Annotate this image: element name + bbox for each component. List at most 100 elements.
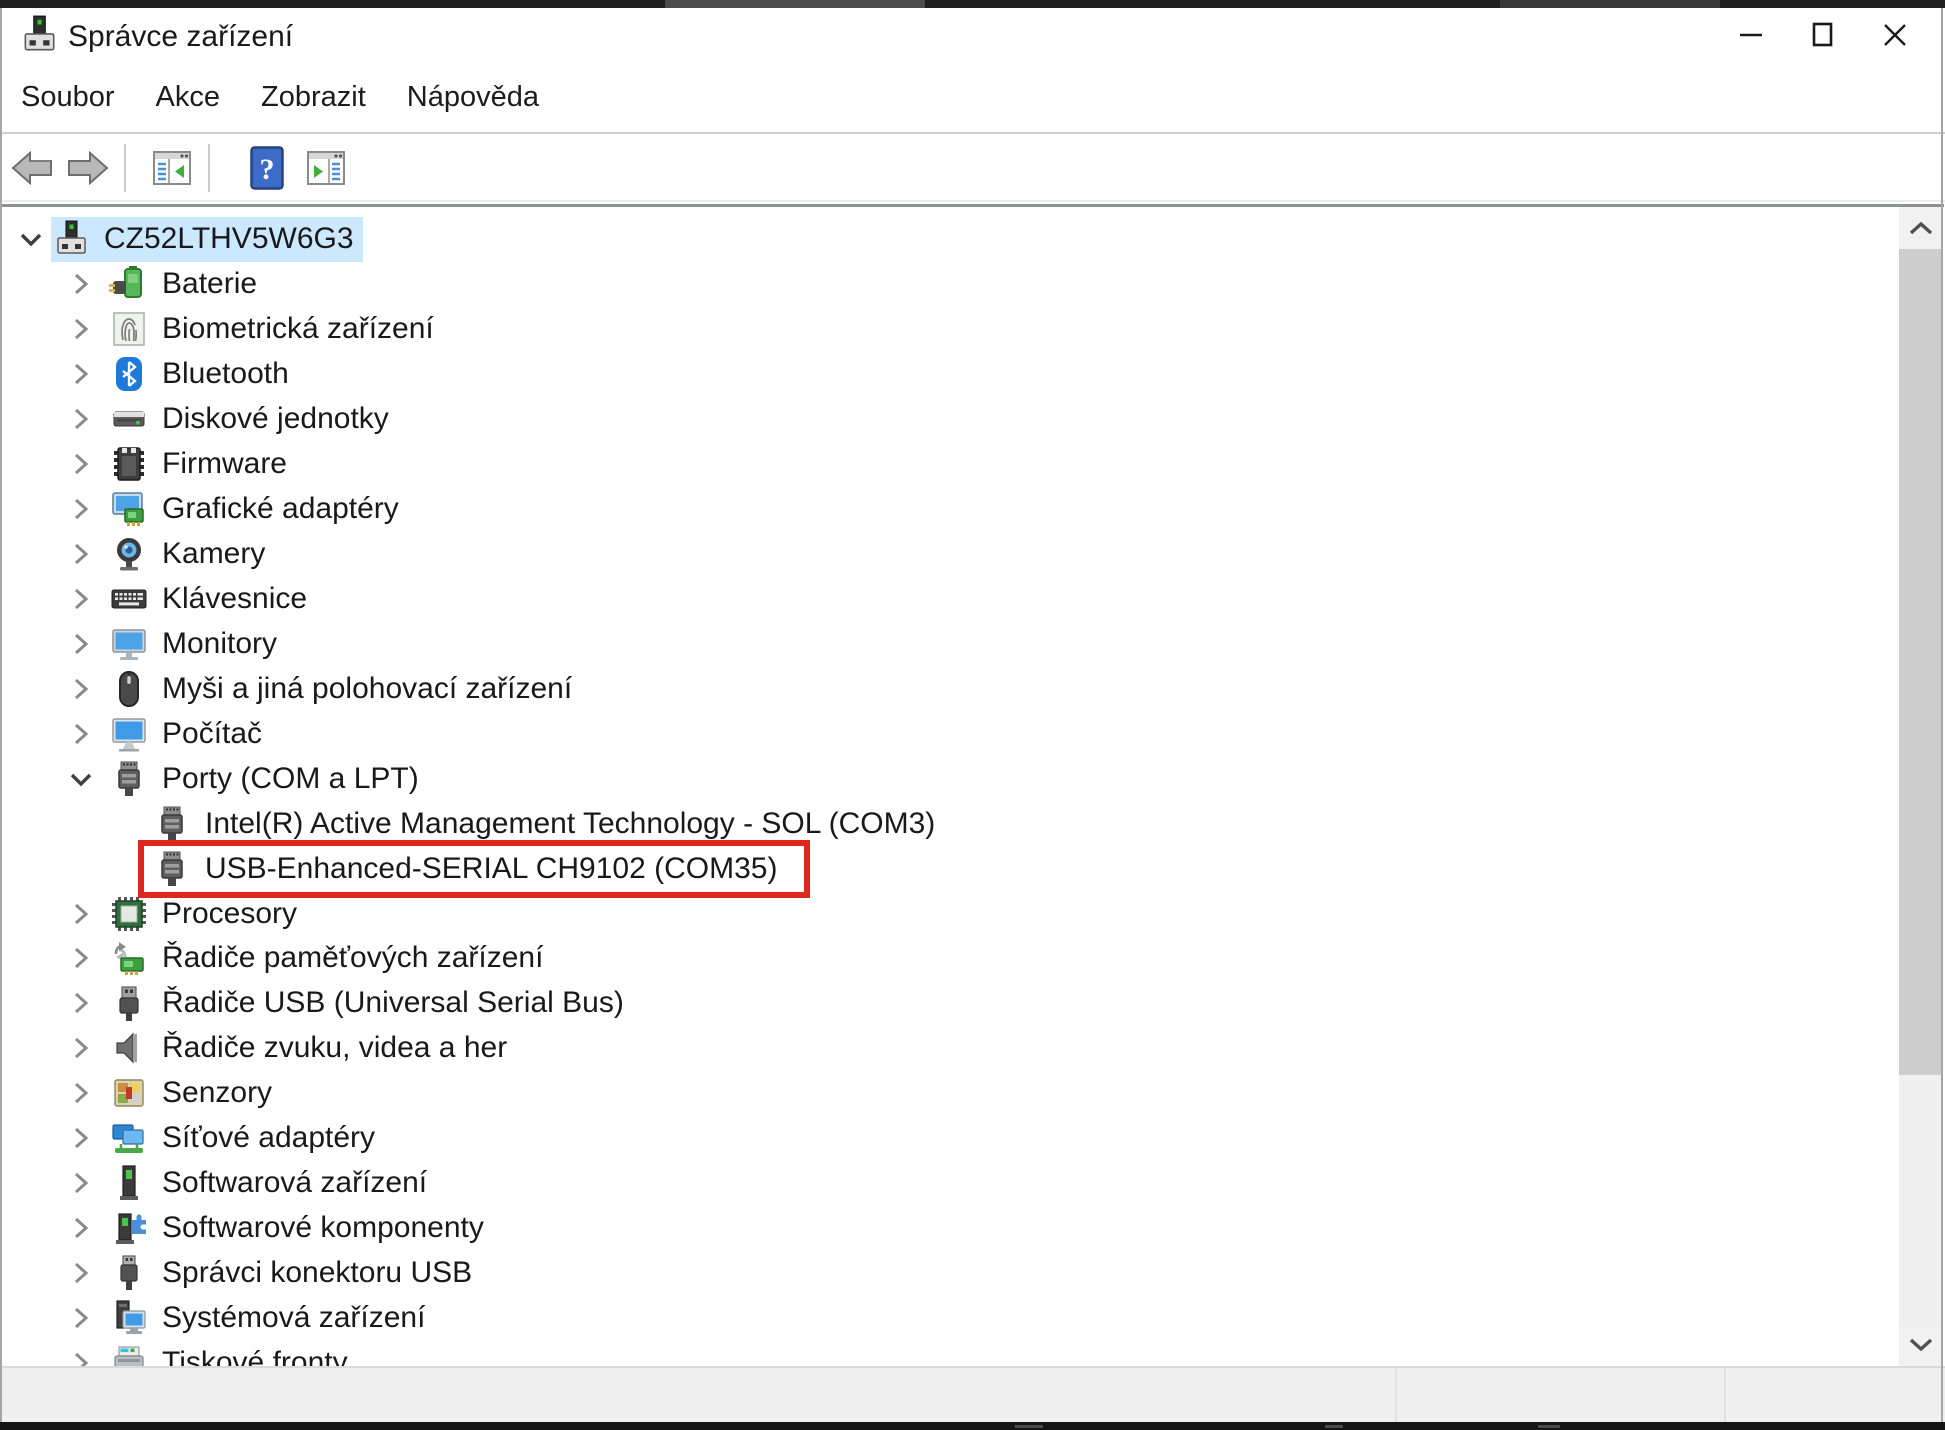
forward-button[interactable]: [66, 146, 110, 190]
toolbar-separator: [208, 144, 210, 192]
tree-row-content: Myši a jiná polohovací zařízení: [109, 666, 581, 711]
chevron-right-icon[interactable]: [63, 352, 99, 396]
menu-napoveda[interactable]: Nápověda: [407, 81, 539, 114]
chevron-right-icon[interactable]: [63, 532, 99, 576]
chevron-right-icon[interactable]: [63, 936, 99, 980]
tree-row-content: Řadiče zvuku, videa a her: [109, 1026, 516, 1071]
chevron-right-icon[interactable]: [63, 397, 99, 441]
window-controls: [1715, 8, 1931, 62]
tree-row-content: Softwarová zařízení: [109, 1161, 436, 1206]
chevron-right-icon[interactable]: [63, 1161, 99, 1205]
tree-row[interactable]: Správci konektoru USB: [1, 1251, 1900, 1296]
back-button[interactable]: [10, 146, 54, 190]
tree-row[interactable]: Intel(R) Active Management Technology - …: [1, 801, 1900, 846]
tree-row[interactable]: Porty (COM a LPT): [1, 756, 1900, 801]
display-adapter-icon: [109, 489, 149, 529]
tree-row[interactable]: USB-Enhanced-SERIAL CH9102 (COM35): [1, 846, 1900, 891]
chevron-down-icon[interactable]: [13, 217, 49, 261]
chevron-right-icon[interactable]: [63, 1026, 99, 1070]
audio-controller-icon: [109, 1028, 149, 1068]
tree-row[interactable]: Kamery: [1, 532, 1900, 577]
chevron-right-icon[interactable]: [63, 1341, 99, 1366]
scroll-down-button[interactable]: [1899, 1324, 1942, 1366]
chevron-right-icon[interactable]: [63, 307, 99, 351]
tree-row-content: Řadiče paměťových zařízení: [109, 936, 552, 981]
screen-edge-top: [0, 0, 1945, 8]
chevron-right-icon[interactable]: [63, 667, 99, 711]
show-console-tree-button[interactable]: [150, 146, 194, 190]
tree-item-label: Řadiče USB (Universal Serial Bus): [162, 986, 624, 1020]
tree-row[interactable]: Softwarové komponenty: [1, 1206, 1900, 1251]
toolbar: ?: [0, 136, 1945, 202]
maximize-icon: [1809, 21, 1837, 49]
tree-item-label: Bluetooth: [162, 357, 289, 391]
minimize-button[interactable]: [1715, 8, 1787, 62]
chevron-right-icon[interactable]: [63, 577, 99, 621]
tree-row[interactable]: Řadiče zvuku, videa a her: [1, 1026, 1900, 1071]
tree-row-content: Správci konektoru USB: [109, 1251, 481, 1296]
tree-row-content: Grafické adaptéry: [109, 487, 408, 532]
chevron-down-icon[interactable]: [63, 757, 99, 801]
tree-row[interactable]: Myši a jiná polohovací zařízení: [1, 666, 1900, 711]
maximize-button[interactable]: [1787, 8, 1859, 62]
tree-row[interactable]: Softwarová zařízení: [1, 1161, 1900, 1206]
tree-row-content: Biometrická zařízení: [109, 307, 443, 352]
scrollbar-thumb[interactable]: [1899, 249, 1942, 1075]
tree-row[interactable]: Procesory: [1, 891, 1900, 936]
tree-row-content: Tiskové fronty: [109, 1340, 357, 1366]
tree-row[interactable]: Systémová zařízení: [1, 1296, 1900, 1341]
tree-row[interactable]: Tiskové fronty: [1, 1340, 1900, 1366]
menu-soubor[interactable]: Soubor: [21, 81, 115, 114]
storage-controller-icon: [109, 938, 149, 978]
vertical-scrollbar[interactable]: [1899, 207, 1942, 1366]
tree-item-label: Biometrická zařízení: [162, 312, 434, 346]
chevron-right-icon[interactable]: [63, 442, 99, 486]
tree-row[interactable]: CZ52LTHV5W6G3: [1, 217, 1900, 262]
chevron-right-icon[interactable]: [63, 892, 99, 936]
computer-icon: [109, 714, 149, 754]
tree-row[interactable]: Diskové jednotky: [1, 397, 1900, 442]
chevron-right-icon[interactable]: [63, 1296, 99, 1340]
tree-row-content: Procesory: [109, 891, 306, 936]
chevron-right-icon[interactable]: [63, 1071, 99, 1115]
close-button[interactable]: [1859, 8, 1931, 62]
tree-row[interactable]: Počítač: [1, 711, 1900, 756]
tree-row[interactable]: Baterie: [1, 262, 1900, 307]
tree-row-content: Klávesnice: [109, 577, 316, 622]
tree-item-label: Systémová zařízení: [162, 1301, 425, 1335]
battery-icon: [109, 264, 149, 304]
camera-icon: [109, 534, 149, 574]
chevron-right-icon[interactable]: [63, 712, 99, 756]
tree-row[interactable]: Síťové adaptéry: [1, 1116, 1900, 1161]
keyboard-icon: [109, 579, 149, 619]
tree-row[interactable]: Bluetooth: [1, 352, 1900, 397]
chevron-right-icon[interactable]: [63, 262, 99, 306]
tree-row[interactable]: Biometrická zařízení: [1, 307, 1900, 352]
chevron-right-icon[interactable]: [63, 487, 99, 531]
chevron-right-icon[interactable]: [63, 1251, 99, 1295]
system-device-icon: [109, 1298, 149, 1338]
monitor-icon: [109, 624, 149, 664]
chevron-right-icon[interactable]: [63, 1116, 99, 1160]
tree-row[interactable]: Řadiče USB (Universal Serial Bus): [1, 981, 1900, 1026]
menu-zobrazit[interactable]: Zobrazit: [261, 81, 366, 114]
tree-row[interactable]: Senzory: [1, 1071, 1900, 1116]
tree-row[interactable]: Firmware: [1, 442, 1900, 487]
chevron-right-icon[interactable]: [63, 622, 99, 666]
tree-row[interactable]: Klávesnice: [1, 577, 1900, 622]
scroll-up-button[interactable]: [1899, 207, 1942, 249]
tree-item-label: USB-Enhanced-SERIAL CH9102 (COM35): [205, 852, 777, 886]
properties-button[interactable]: [304, 146, 348, 190]
statusbar-separator: [1395, 1368, 1397, 1422]
tree-item-label: Počítač: [162, 717, 262, 751]
tree-item-label: Řadiče zvuku, videa a her: [162, 1031, 507, 1065]
minimize-icon: [1737, 21, 1765, 49]
tree-row-content: Baterie: [109, 262, 266, 307]
chevron-right-icon[interactable]: [63, 981, 99, 1025]
chevron-right-icon[interactable]: [63, 1206, 99, 1250]
tree-row[interactable]: Monitory: [1, 621, 1900, 666]
tree-row[interactable]: Řadiče paměťových zařízení: [1, 936, 1900, 981]
tree-row[interactable]: Grafické adaptéry: [1, 487, 1900, 532]
menu-akce[interactable]: Akce: [156, 81, 220, 114]
help-button[interactable]: ?: [250, 146, 284, 190]
